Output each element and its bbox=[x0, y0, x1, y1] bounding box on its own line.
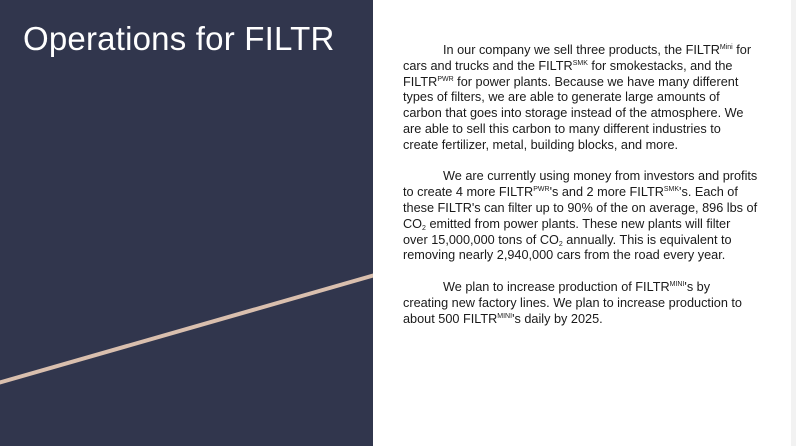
superscript: PWR bbox=[437, 75, 454, 83]
left-title-panel: Operations for FILTR bbox=[0, 0, 373, 446]
paragraph-products: In our company we sell three products, t… bbox=[403, 43, 758, 154]
text-run: We plan to increase production of FILTR bbox=[443, 279, 670, 294]
superscript: MINI bbox=[669, 280, 685, 288]
decorative-diagonal-line bbox=[0, 273, 373, 385]
slide-edge bbox=[791, 0, 796, 446]
superscript: SMK bbox=[572, 59, 588, 67]
body-text: In our company we sell three products, t… bbox=[403, 43, 758, 343]
text-run: 's and 2 more FILTR bbox=[549, 185, 664, 200]
accent-line bbox=[0, 273, 373, 385]
content-panel: In our company we sell three products, t… bbox=[373, 0, 791, 446]
superscript: SMK bbox=[663, 186, 680, 194]
text-run: for power plants. Because we have many d… bbox=[403, 74, 744, 152]
paragraph-investment: We are currently using money from invest… bbox=[403, 169, 758, 264]
superscript: Mini bbox=[719, 44, 733, 51]
paragraph-production-plan: We plan to increase production of FILTRM… bbox=[403, 280, 758, 327]
slide: Operations for FILTR In our company we s… bbox=[0, 0, 796, 446]
superscript: MINI bbox=[497, 312, 513, 320]
text-run: In our company we sell three products, t… bbox=[443, 43, 720, 57]
text-run: 's daily by 2025. bbox=[512, 311, 603, 326]
superscript: PWR bbox=[533, 186, 550, 194]
